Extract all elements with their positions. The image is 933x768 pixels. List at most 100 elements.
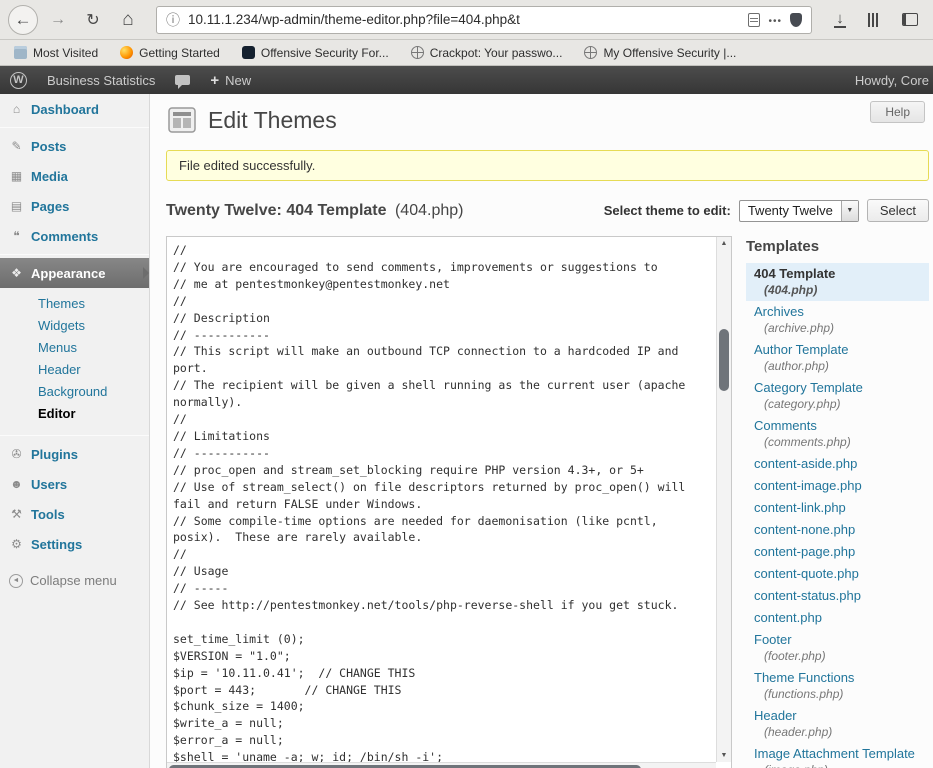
template-item[interactable]: content-image.php (746, 475, 929, 497)
template-item[interactable]: content-status.php (746, 585, 929, 607)
bookmark-item[interactable]: Crackpot: Your passwo... (411, 46, 563, 60)
collapse-arrow-icon (9, 574, 23, 588)
sidebar-item[interactable]: ▤ Pages (0, 191, 149, 221)
template-item[interactable]: content.php (746, 607, 929, 629)
appearance-submenu-item[interactable]: Menus (0, 337, 149, 359)
sidebar-item[interactable]: ✎ Posts (0, 131, 149, 161)
theme-select-value: Twenty Twelve (740, 203, 841, 218)
home-button[interactable] (113, 5, 143, 35)
template-name[interactable]: Image Attachment Template (754, 746, 921, 762)
template-name[interactable]: content-quote.php (754, 566, 921, 582)
template-name[interactable]: content-aside.php (754, 456, 921, 472)
template-item[interactable]: content-quote.php (746, 563, 929, 585)
sidebar-item[interactable]: ☻ Users (0, 469, 149, 499)
page-actions-icon[interactable] (768, 11, 782, 29)
collapse-menu-button[interactable]: Collapse menu (0, 573, 149, 588)
select-button[interactable]: Select (867, 199, 929, 222)
template-name[interactable]: content.php (754, 610, 921, 626)
bookmark-item[interactable]: Most Visited (14, 46, 98, 60)
wordpress-logo-icon (10, 72, 27, 89)
appearance-submenu-item[interactable]: Widgets (0, 315, 149, 337)
comments-menu[interactable] (165, 66, 200, 94)
new-content-menu[interactable]: New (200, 66, 261, 94)
template-item[interactable]: content-aside.php (746, 453, 929, 475)
sidebar-item[interactable]: ❝ Comments (0, 221, 149, 251)
template-file: (footer.php) (754, 649, 921, 664)
appearance-submenu: Themes Widgets Menus Header Background (0, 288, 149, 432)
wordpress-logo-menu[interactable] (0, 66, 37, 94)
downloads-icon[interactable] (825, 5, 855, 35)
sidebar-item[interactable]: ▦ Media (0, 161, 149, 191)
sidebar-item[interactable]: ⚒ Tools (0, 499, 149, 529)
template-item[interactable]: Footer (footer.php) (746, 629, 929, 667)
template-name[interactable]: Theme Functions (754, 670, 921, 686)
v-scrollbar[interactable] (716, 237, 731, 762)
appearance-submenu-item[interactable]: Themes (0, 293, 149, 315)
template-name[interactable]: Comments (754, 418, 921, 434)
collapse-label: Collapse menu (30, 573, 117, 588)
template-name[interactable]: Footer (754, 632, 921, 648)
theme-select[interactable]: Twenty Twelve (739, 200, 859, 222)
url-bar[interactable]: 10.11.1.234/wp-admin/theme-editor.php?fi… (156, 6, 812, 34)
template-item[interactable]: Theme Functions (functions.php) (746, 667, 929, 705)
template-file: (404.php) (754, 283, 921, 298)
scroll-down-icon[interactable] (717, 749, 731, 762)
site-info-icon[interactable] (166, 10, 180, 30)
template-item[interactable]: Comments (comments.php) (746, 415, 929, 453)
sidebar-toggle-icon[interactable] (895, 5, 925, 35)
notice-text: File edited successfully. (179, 158, 315, 173)
help-button[interactable]: Help (870, 101, 925, 123)
bookmark-item[interactable]: Offensive Security For... (242, 46, 389, 60)
template-name[interactable]: content-image.php (754, 478, 921, 494)
bookmark-item[interactable]: My Offensive Security |... (584, 46, 736, 60)
appearance-submenu-item[interactable]: Header (0, 359, 149, 381)
forward-button[interactable] (43, 5, 73, 35)
template-item[interactable]: content-page.php (746, 541, 929, 563)
reload-button[interactable] (78, 5, 108, 35)
template-item[interactable]: content-none.php (746, 519, 929, 541)
howdy-menu[interactable]: Howdy, Core (845, 66, 933, 94)
file-heading: Twenty Twelve: 404 Template (404.php) (166, 202, 463, 220)
sidebar-item[interactable]: ⌂ Dashboard (0, 94, 149, 124)
bookmark-icon (411, 46, 424, 59)
template-file: (comments.php) (754, 435, 921, 450)
bookmark-item[interactable]: Getting Started (120, 46, 220, 60)
template-name[interactable]: content-page.php (754, 544, 921, 560)
code-editor[interactable]: // // You are encouraged to send comment… (166, 236, 732, 768)
template-name[interactable]: Author Template (754, 342, 921, 358)
url-text: 10.11.1.234/wp-admin/theme-editor.php?fi… (188, 12, 520, 27)
template-name[interactable]: Category Template (754, 380, 921, 396)
site-name-menu[interactable]: Business Statistics (37, 66, 165, 94)
back-button[interactable] (8, 5, 38, 35)
sidebar-item[interactable]: ⚙ Settings (0, 529, 149, 559)
template-name[interactable]: content-none.php (754, 522, 921, 538)
template-name[interactable]: content-status.php (754, 588, 921, 604)
shield-icon[interactable] (790, 13, 802, 27)
template-item[interactable]: Header (header.php) (746, 705, 929, 743)
template-item[interactable]: Author Template (author.php) (746, 339, 929, 377)
template-name[interactable]: 404 Template (754, 266, 921, 282)
sidebar-item[interactable]: ✇ Plugins (0, 439, 149, 469)
v-scroll-thumb[interactable] (719, 329, 729, 391)
template-item[interactable]: Category Template (category.php) (746, 377, 929, 415)
template-item[interactable]: content-link.php (746, 497, 929, 519)
library-glyph (868, 13, 882, 27)
select-theme-label: Select theme to edit: (604, 203, 731, 218)
editor-row: // // You are encouraged to send comment… (166, 236, 929, 768)
library-icon[interactable] (860, 5, 890, 35)
h-scrollbar[interactable] (167, 762, 716, 768)
template-item[interactable]: Image Attachment Template (image.php) (746, 743, 929, 768)
reader-mode-icon[interactable] (748, 13, 760, 27)
template-name[interactable]: Header (754, 708, 921, 724)
template-name[interactable]: content-link.php (754, 500, 921, 516)
template-file: (category.php) (754, 397, 921, 412)
sidebar-item-appearance[interactable]: ❖ Appearance (0, 258, 149, 288)
menu-icon: ☻ (9, 477, 24, 491)
theme-switcher: Select theme to edit: Twenty Twelve Sele… (604, 199, 929, 222)
template-item[interactable]: Archives (archive.php) (746, 301, 929, 339)
appearance-submenu-item[interactable]: Background (0, 381, 149, 403)
appearance-submenu-item[interactable]: Editor (0, 403, 149, 425)
template-item[interactable]: 404 Template (404.php) (746, 263, 929, 301)
template-name[interactable]: Archives (754, 304, 921, 320)
scroll-up-icon[interactable] (717, 237, 731, 250)
